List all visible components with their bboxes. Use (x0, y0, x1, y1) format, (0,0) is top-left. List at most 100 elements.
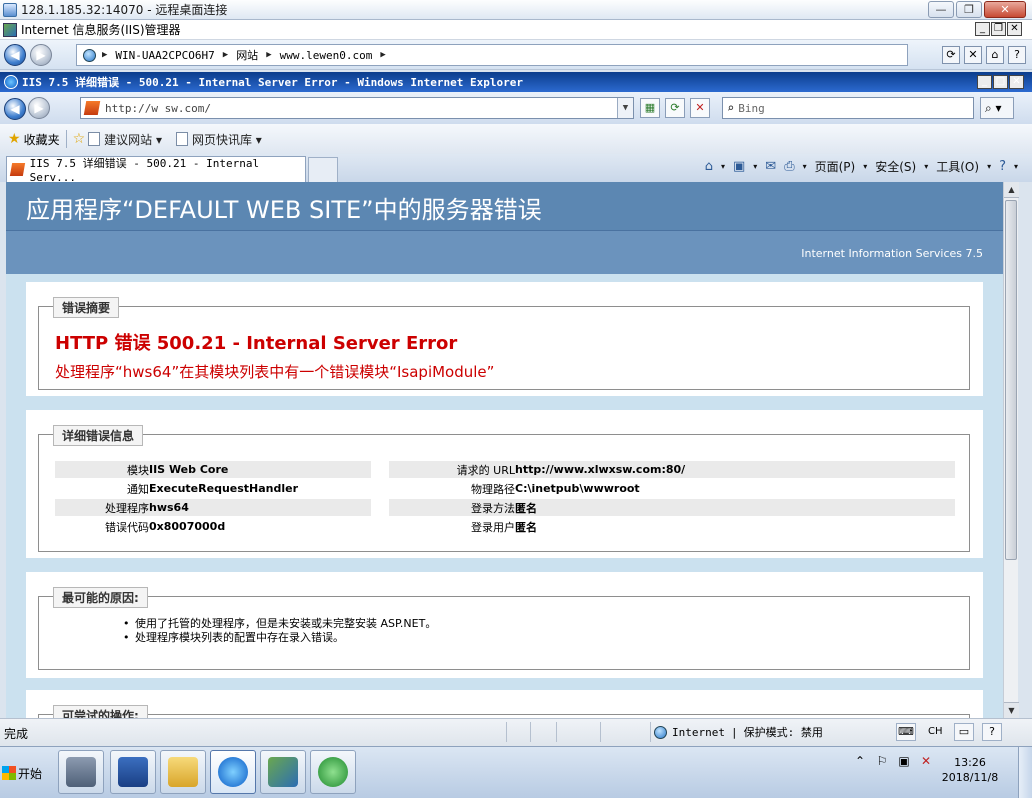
ie-forward-button[interactable]: ▶ (28, 97, 50, 119)
page-menu[interactable]: 页面(P) (815, 158, 856, 175)
list-item: 使用了托管的处理程序，但是未安装或未完整安装 ASP.NET。 (123, 617, 436, 631)
print-icon[interactable]: ⎙ (784, 159, 794, 174)
folder-icon (168, 757, 198, 787)
feeds-icon[interactable]: ▣ (733, 159, 745, 174)
refresh-icon[interactable]: ⟳ (942, 46, 960, 64)
show-hidden-icons-icon[interactable]: ⌃ (852, 753, 868, 769)
page-scrollbar[interactable]: ▲ ▼ (1003, 182, 1019, 718)
ie-address-bar[interactable]: http://w sw.com/ ▼ (80, 97, 634, 119)
iis-title-bar[interactable]: Internet 信息服务(IIS)管理器 _ ❐ ✕ (0, 20, 1032, 40)
taskbar: 开始 ⌃ ⚐ ▣ ✕ 13:26 2018/11/8 (0, 746, 1032, 798)
remote-desktop-icon (3, 2, 17, 17)
breadcrumb-site[interactable]: www.lewen0.com (280, 49, 373, 62)
stop-icon[interactable]: ✕ (964, 46, 982, 64)
chevron-right-icon: ▶ (266, 50, 272, 60)
system-clock[interactable]: 13:26 2018/11/8 (940, 755, 1000, 785)
scroll-up-icon[interactable]: ▲ (1004, 182, 1019, 198)
ie-tab-bar: IIS 7.5 详细错误 - 500.21 - Internal Serv...… (0, 154, 1032, 184)
taskbar-internet-explorer[interactable] (210, 750, 256, 794)
compat-view-icon[interactable]: ▦ (640, 98, 660, 118)
system-tray: ⌃ ⚐ ▣ ✕ (852, 753, 934, 769)
taskbar-security-app[interactable] (310, 750, 356, 794)
ie-status-bar: 完成 Internet | 保护模式: 禁用 ⌨ CH ▭ ? (0, 718, 1032, 746)
home-icon[interactable]: ⌂ (705, 159, 713, 174)
tab-active[interactable]: IIS 7.5 详细错误 - 500.21 - Internal Serv... (6, 156, 306, 184)
details-fieldset: 详细错误信息 模块 IIS Web Core 通知 ExecuteRequest… (38, 425, 970, 552)
page-viewport: 应用程序“DEFAULT WEB SITE”中的服务器错误 Internet I… (6, 182, 1003, 718)
powershell-icon (118, 757, 148, 787)
help-icon[interactable]: ? (1008, 46, 1026, 64)
ie-favorites-bar: ★ 收藏夹 ☆ 建议网站 ▾ 网页快讯库 ▾ (0, 124, 1032, 154)
favicon-icon (9, 163, 25, 176)
iis-forward-button[interactable]: ▶ (30, 43, 52, 66)
rdp-title-bar[interactable]: 128.1.185.32:14070 - 远程桌面连接 — ❐ ✕ (0, 0, 1032, 20)
add-favorite-icon[interactable]: ☆ (73, 131, 86, 147)
iis-minimize-button[interactable]: _ (975, 22, 990, 36)
scroll-down-icon[interactable]: ▼ (1004, 702, 1019, 718)
iis-breadcrumb[interactable]: ▶ WIN-UAA2CPCO6H7 ▶ 网站 ▶ www.lewen0.com … (76, 44, 908, 66)
network-icon[interactable]: ▣ (896, 753, 912, 769)
volume-muted-icon[interactable]: ✕ (918, 753, 934, 769)
minimize-button[interactable]: — (928, 1, 954, 18)
breadcrumb-server[interactable]: WIN-UAA2CPCO6H7 (115, 49, 214, 62)
actions-section: 可尝试的操作: (26, 690, 983, 718)
favorites-button[interactable]: 收藏夹 (24, 131, 60, 148)
taskbar-iis-manager[interactable] (260, 750, 306, 794)
ie-title-bar[interactable]: IIS 7.5 详细错误 - 500.21 - Internal Server … (0, 72, 1032, 92)
close-button[interactable]: ✕ (984, 1, 1026, 18)
taskbar-server-manager[interactable] (58, 750, 104, 794)
mail-icon[interactable]: ✉ (765, 159, 776, 174)
ie-command-bar: ⌂ ▾ ▣ ▾ ✉ ⎙ ▾ 页面(P) ▾ 安全(S) ▾ 工具(O) ▾ ? ▾ (704, 158, 1018, 175)
detail-row-request-url: 请求的 URL http://www.xlwxsw.com:80/ (389, 461, 955, 478)
keyboard-icon[interactable]: ▭ (954, 723, 974, 741)
page-subheader: Internet Information Services 7.5 (6, 230, 1003, 274)
security-zone[interactable]: Internet | 保护模式: 禁用 (654, 724, 823, 740)
detail-row-handler: 处理程序 hws64 (55, 499, 371, 516)
tab-title: IIS 7.5 详细错误 - 500.21 - Internal Serv... (29, 157, 260, 184)
iis-close-button[interactable]: ✕ (1007, 22, 1022, 36)
refresh-icon[interactable]: ⟳ (665, 98, 685, 118)
detail-row-physical-path: 物理路径 C:\inetpub\wwwroot (471, 482, 640, 496)
causes-section: 最可能的原因: 使用了托管的处理程序，但是未安装或未完整安装 ASP.NET。 … (26, 572, 983, 678)
web-slice-gallery-button[interactable]: 网页快讯库 ▾ (175, 131, 262, 148)
ie-close-button[interactable]: ✕ (1009, 75, 1024, 89)
ie-search-box[interactable]: ⌕ Bing (722, 97, 974, 119)
restore-button[interactable]: ❐ (956, 1, 982, 18)
safety-menu[interactable]: 安全(S) (875, 158, 916, 175)
iis-restore-button[interactable]: ❐ (991, 22, 1006, 36)
clock-date: 2018/11/8 (941, 771, 999, 784)
suggested-sites-button[interactable]: 建议网站 ▾ (88, 131, 162, 148)
show-desktop-button[interactable] (1018, 747, 1032, 798)
start-button[interactable]: 开始 (2, 759, 52, 787)
globe-icon (654, 725, 667, 739)
detail-row-module: 模块 IIS Web Core (55, 461, 371, 478)
help-icon[interactable]: ? (999, 159, 1006, 174)
iis-back-button[interactable]: ◀ (4, 43, 26, 66)
scroll-thumb[interactable] (1005, 200, 1017, 560)
zone-name: Internet (672, 725, 725, 739)
ie-minimize-button[interactable]: _ (977, 75, 992, 89)
input-language[interactable]: CH (928, 726, 943, 737)
ie-back-button[interactable]: ◀ (4, 97, 26, 120)
tools-menu[interactable]: 工具(O) (936, 158, 979, 175)
taskbar-powershell[interactable] (110, 750, 156, 794)
address-dropdown-icon[interactable]: ▼ (617, 98, 633, 118)
ie-maximize-button[interactable]: □ (993, 75, 1008, 89)
windows-logo-icon (2, 766, 16, 780)
search-go-button[interactable]: ⌕ ▾ (980, 97, 1014, 119)
iis-title: Internet 信息服务(IIS)管理器 (21, 23, 181, 37)
summary-legend: 错误摘要 (53, 297, 120, 318)
home-icon[interactable]: ⌂ (986, 46, 1004, 64)
star-icon: ★ (8, 131, 21, 147)
language-bar-icon[interactable]: ⌨ (896, 723, 916, 741)
summary-fieldset: 错误摘要 HTTP 错误 500.21 - Internal Server Er… (38, 297, 970, 390)
actions-legend: 可尝试的操作: (53, 705, 148, 718)
help-icon[interactable]: ? (982, 723, 1002, 741)
action-center-flag-icon[interactable]: ⚐ (874, 753, 890, 769)
details-legend: 详细错误信息 (53, 425, 144, 446)
new-tab-button[interactable] (308, 157, 338, 182)
ie-address-text[interactable]: http://w sw.com/ (105, 102, 211, 115)
stop-icon[interactable]: ✕ (690, 98, 710, 118)
taskbar-explorer[interactable] (160, 750, 206, 794)
breadcrumb-sites[interactable]: 网站 (236, 47, 258, 63)
